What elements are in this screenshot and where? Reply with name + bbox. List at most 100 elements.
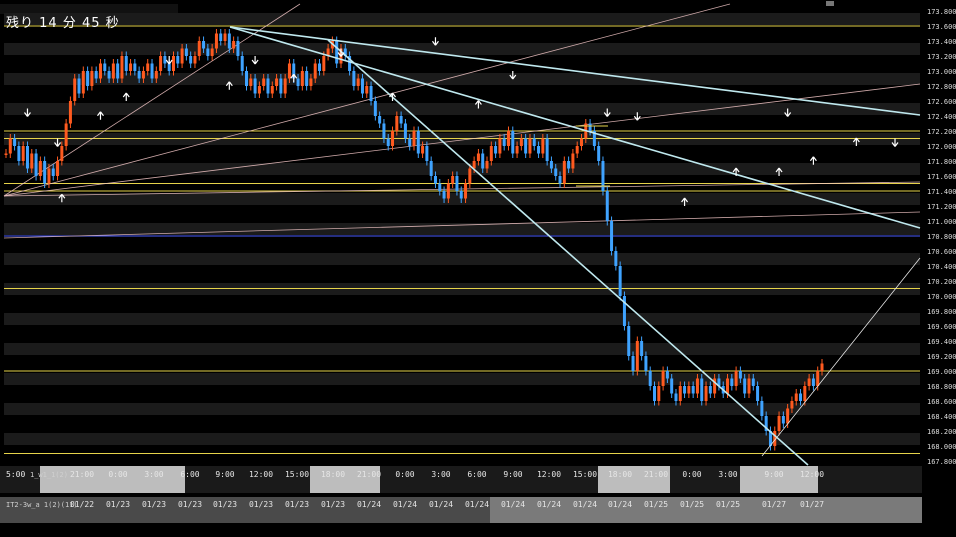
time-label: 21:00	[357, 470, 381, 479]
candle-body	[51, 168, 55, 176]
candle-body	[579, 138, 583, 146]
candle-body	[614, 251, 618, 266]
candle-body	[567, 161, 571, 169]
candle-body	[502, 138, 506, 146]
candle-body	[691, 386, 695, 394]
candle-body	[610, 221, 614, 251]
grid-band	[4, 343, 920, 355]
price-label: 172.200	[927, 128, 956, 136]
candle-body	[481, 153, 485, 169]
candle-body	[421, 146, 425, 154]
price-label: 167.800	[927, 458, 956, 466]
price-label: 170.400	[927, 263, 956, 271]
candle-body	[751, 378, 755, 386]
candle-body	[451, 176, 455, 184]
candle-body	[81, 71, 85, 94]
candle-body	[545, 138, 549, 161]
date-label: 01/22	[70, 500, 94, 509]
candle-body	[236, 41, 240, 56]
candle-body	[159, 56, 163, 71]
candle-body	[382, 123, 386, 139]
candle-body	[786, 408, 790, 424]
candle-body	[468, 168, 472, 184]
candle-body	[176, 56, 180, 64]
time-label: 18:00	[321, 470, 345, 479]
candle-body	[425, 146, 429, 161]
candle-body	[455, 176, 459, 191]
candle-body	[494, 146, 498, 154]
candle-body	[257, 86, 261, 94]
price-chart[interactable]: 173.800 173.600 173.400 173.200 173.000 172.8…	[0, 0, 956, 537]
candle-body	[532, 138, 536, 146]
candle-body	[214, 33, 218, 49]
date-label: 01/24	[537, 500, 561, 509]
down-arrow-icon	[165, 56, 173, 65]
candle-body	[391, 131, 395, 146]
scroll-handle	[826, 1, 834, 6]
price-label: 168.800	[927, 383, 956, 391]
time-label: 9:00	[503, 470, 522, 479]
candle-body	[562, 161, 566, 184]
candle-body	[202, 41, 206, 49]
candle-body	[197, 41, 201, 56]
price-label: 169.200	[927, 353, 956, 361]
candle-body	[184, 48, 188, 56]
candle-body	[163, 56, 167, 64]
candle-body	[30, 153, 34, 169]
candle-body	[98, 63, 102, 79]
candle-body	[223, 33, 227, 41]
candle-body	[588, 123, 592, 131]
candle-body	[137, 71, 141, 79]
candle-body	[322, 56, 326, 71]
candle-body	[695, 378, 699, 394]
candle-body	[575, 146, 579, 154]
price-label: 173.800	[927, 8, 956, 16]
candle-body	[120, 56, 124, 79]
up-arrow-icon	[122, 92, 130, 101]
date-label: 01/27	[762, 500, 786, 509]
candle-body	[253, 78, 257, 94]
candle-body	[412, 131, 416, 146]
candle-body	[605, 191, 609, 221]
candle-body	[356, 78, 360, 86]
candle-body	[47, 168, 51, 184]
time-label: 3:00	[144, 470, 163, 479]
candle-body	[352, 71, 356, 86]
candle-body	[747, 378, 751, 394]
candle-body	[266, 78, 270, 94]
candle-body	[116, 63, 120, 79]
candle-body	[146, 63, 150, 71]
candle-body	[180, 48, 184, 64]
price-label: 170.600	[927, 248, 956, 256]
candle-body	[429, 161, 433, 176]
candle-body	[571, 153, 575, 169]
date-label: 01/24	[357, 500, 381, 509]
date-label: 01/24	[393, 500, 417, 509]
background-bands	[4, 13, 920, 445]
time-axis-start: 5:00	[6, 470, 25, 479]
candle-body	[86, 71, 90, 86]
candle-body	[446, 183, 450, 199]
candle-body	[704, 386, 708, 401]
date-label: 01/24	[573, 500, 597, 509]
candle-body	[618, 266, 622, 296]
time-label: 9:00	[764, 470, 783, 479]
price-label: 171.200	[927, 203, 956, 211]
candle-body	[150, 63, 154, 79]
grid-band	[4, 253, 920, 265]
date-label: 01/23	[142, 500, 166, 509]
candle-body	[17, 146, 21, 161]
candle-body	[395, 116, 399, 131]
candle-body	[489, 146, 493, 161]
candle-body	[4, 153, 8, 155]
price-label: 171.600	[927, 173, 956, 181]
candle-body	[219, 33, 223, 41]
candle-body	[524, 138, 528, 154]
candle-body	[34, 153, 38, 176]
time-label: 15:00	[285, 470, 309, 479]
candle-body	[38, 161, 42, 176]
candle-body	[726, 378, 730, 394]
candle-body	[171, 56, 175, 71]
price-label: 170.000	[927, 293, 956, 301]
candle-body	[141, 71, 145, 79]
